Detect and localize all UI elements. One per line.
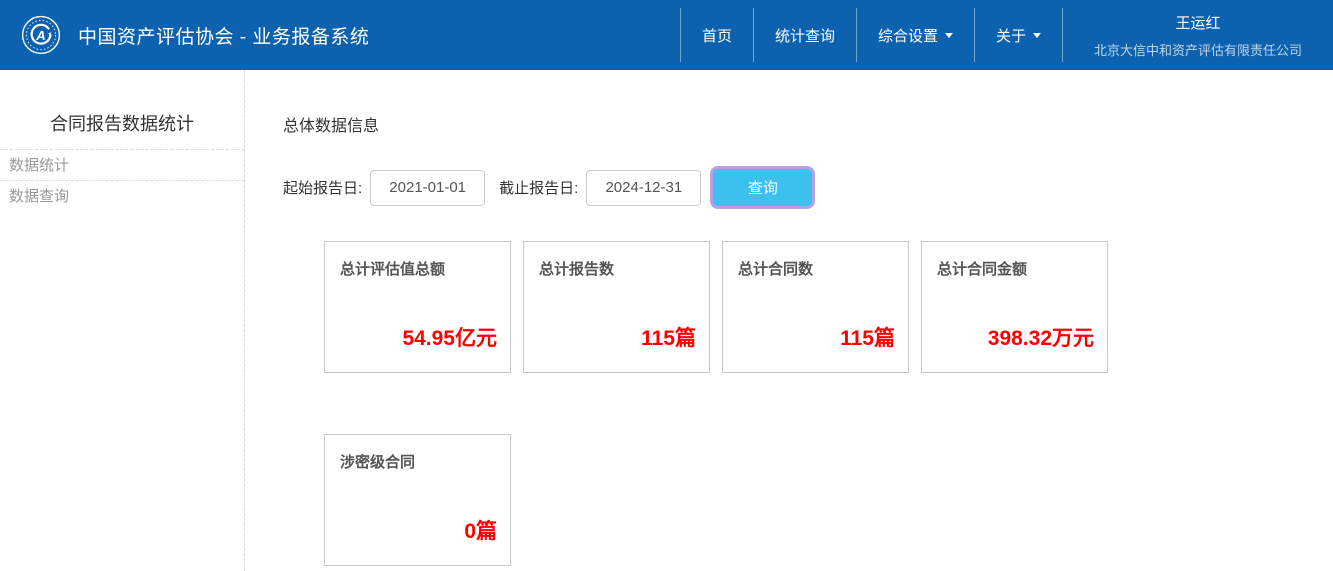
query-button[interactable]: 查询 [710, 166, 815, 209]
nav-item-statistics-query[interactable]: 统计查询 [754, 0, 856, 70]
user-company: 北京大信中和资产评估有限责任公司 [1094, 40, 1302, 59]
stat-card-classified-contracts: 涉密级合同 0篇 [324, 434, 511, 566]
association-seal-icon: A [21, 15, 61, 55]
start-date-input[interactable] [370, 170, 485, 206]
sidebar-item-label: 数据查询 [9, 188, 69, 205]
nav-item-home[interactable]: 首页 [681, 0, 753, 70]
end-date-label: 截止报告日: [499, 177, 578, 198]
nav-item-label: 关于 [996, 25, 1026, 46]
user-name: 王运红 [1175, 12, 1220, 33]
user-info[interactable]: 王运红 北京大信中和资产评估有限责任公司 [1063, 0, 1333, 70]
nav-item-label: 综合设置 [878, 25, 938, 46]
sidebar-title: 合同报告数据统计 [0, 70, 244, 150]
stat-card-total-contracts: 总计合同数 115篇 [722, 241, 909, 373]
stat-card-value: 115篇 [840, 322, 895, 352]
main-panel: 总体数据信息 起始报告日: 截止报告日: 查询 总计评估值总额 54.95亿元 … [245, 70, 1333, 571]
main-nav: 首页 统计查询 综合设置 关于 [680, 0, 1063, 70]
top-header: A 中国资产评估协会 - 业务报备系统 首页 统计查询 综合设置 关于 [0, 0, 1333, 70]
stat-card-total-contract-amount: 总计合同金额 398.32万元 [921, 241, 1108, 373]
app-title: 中国资产评估协会 - 业务报备系统 [78, 22, 369, 49]
end-date-input[interactable] [586, 170, 701, 206]
stat-card-title: 总计评估值总额 [325, 242, 510, 279]
chevron-down-icon [945, 33, 953, 38]
sidebar: 合同报告数据统计 数据统计 数据查询 [0, 70, 245, 571]
section-title: 总体数据信息 [283, 112, 1333, 136]
nav-item-general-settings[interactable]: 综合设置 [857, 0, 974, 70]
svg-text:A: A [35, 28, 45, 43]
stat-cards-row-2: 涉密级合同 0篇 [324, 434, 1333, 566]
nav-item-label: 统计查询 [775, 25, 835, 46]
stat-card-total-reports: 总计报告数 115篇 [523, 241, 710, 373]
stat-card-title: 涉密级合同 [325, 435, 510, 472]
content-area: 合同报告数据统计 数据统计 数据查询 总体数据信息 起始报告日: 截止报告日: … [0, 70, 1333, 571]
stat-card-value: 0篇 [464, 515, 497, 545]
nav-item-about[interactable]: 关于 [975, 0, 1062, 70]
stat-card-value: 115篇 [641, 322, 696, 352]
stat-card-value: 398.32万元 [988, 322, 1094, 352]
date-filter-form: 起始报告日: 截止报告日: 查询 [283, 166, 1333, 209]
stat-card-value: 54.95亿元 [402, 322, 497, 352]
stat-card-total-appraised-value: 总计评估值总额 54.95亿元 [324, 241, 511, 373]
sidebar-item-data-query[interactable]: 数据查询 [0, 181, 244, 211]
stat-card-title: 总计合同数 [723, 242, 908, 279]
chevron-down-icon [1033, 33, 1041, 38]
nav-item-label: 首页 [702, 25, 732, 46]
brand: A 中国资产评估协会 - 业务报备系统 [0, 0, 369, 70]
stat-cards-row-1: 总计评估值总额 54.95亿元 总计报告数 115篇 总计合同数 115篇 总计… [324, 241, 1333, 373]
stat-card-title: 总计报告数 [524, 242, 709, 279]
page: A 中国资产评估协会 - 业务报备系统 首页 统计查询 综合设置 关于 [0, 0, 1333, 571]
start-date-label: 起始报告日: [283, 177, 362, 198]
sidebar-item-data-statistics[interactable]: 数据统计 [0, 150, 244, 181]
stat-card-title: 总计合同金额 [922, 242, 1107, 279]
sidebar-item-label: 数据统计 [9, 157, 69, 174]
